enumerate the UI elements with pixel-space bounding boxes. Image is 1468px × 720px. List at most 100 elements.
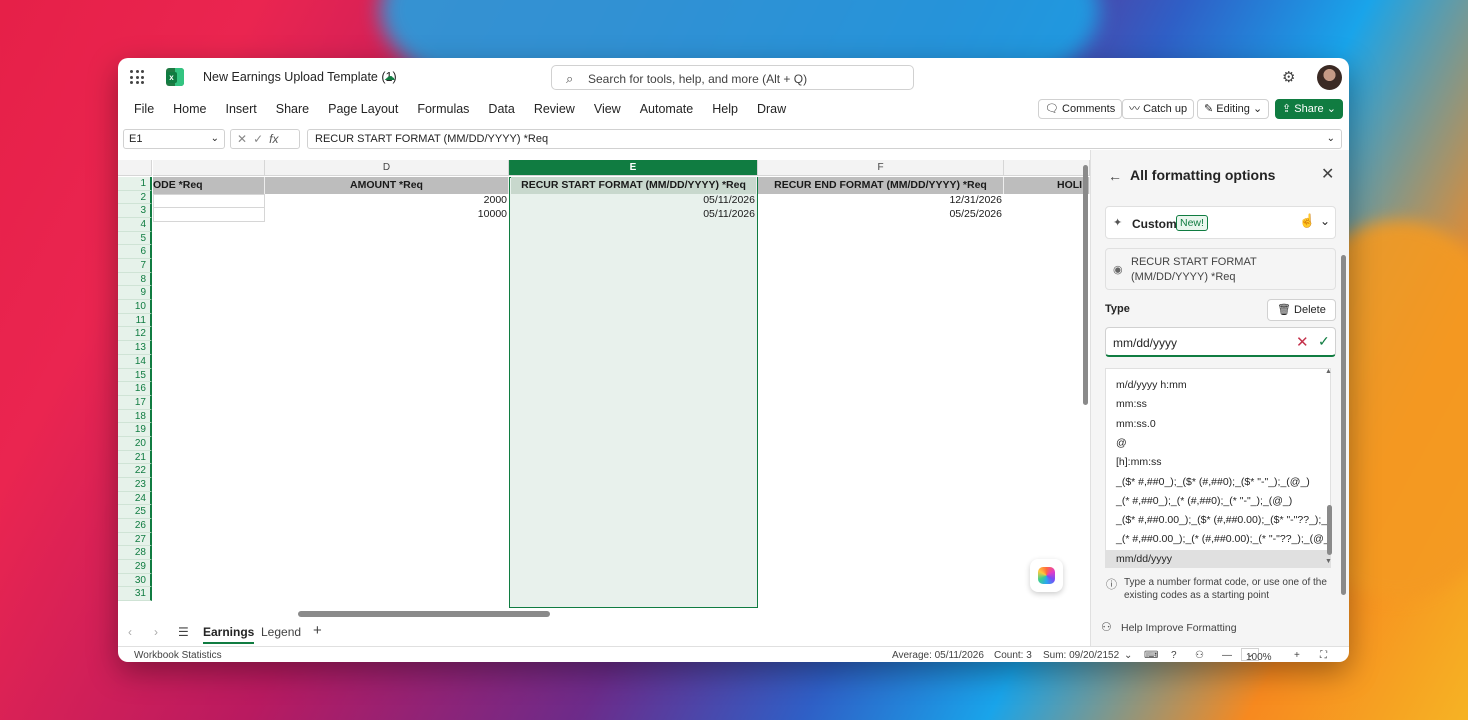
format-code-item[interactable]: mm:ss.0 bbox=[1106, 415, 1330, 434]
row-header[interactable]: 20 bbox=[118, 436, 152, 451]
format-code-item[interactable]: _(* #,##0_);_(* (#,##0);_(* "-"_);_(@_) bbox=[1106, 492, 1330, 511]
tab-data[interactable]: Data bbox=[488, 102, 514, 116]
cancel-icon[interactable]: ✕ bbox=[237, 132, 253, 146]
all-sheets-menu-icon[interactable]: ☰ bbox=[178, 625, 189, 639]
comments-button[interactable]: 🗨 Comments bbox=[1038, 99, 1123, 119]
row-header[interactable]: 24 bbox=[118, 491, 152, 506]
column-header-c[interactable] bbox=[153, 160, 265, 176]
format-list-scrollbar[interactable]: ▲ ▼ bbox=[1324, 368, 1334, 568]
tab-insert[interactable]: Insert bbox=[226, 102, 257, 116]
zoom-in-icon[interactable]: + bbox=[1294, 650, 1300, 661]
row-header[interactable]: 2 bbox=[118, 190, 152, 205]
tab-share[interactable]: Share bbox=[276, 102, 309, 116]
sheet-tab-earnings[interactable]: Earnings bbox=[203, 625, 255, 644]
row-header[interactable]: 11 bbox=[118, 313, 152, 328]
prev-sheet-icon[interactable]: ‹ bbox=[128, 625, 132, 639]
format-code-item[interactable]: _($* #,##0_);_($* (#,##0);_($* "-"_);_(@… bbox=[1106, 473, 1330, 492]
select-all-corner[interactable] bbox=[118, 160, 152, 176]
spreadsheet-grid[interactable]: D E F ODE *Req AMOUNT *Req RECUR START F… bbox=[118, 160, 1090, 608]
vertical-scrollbar[interactable] bbox=[1080, 150, 1090, 606]
row-header[interactable]: 28 bbox=[118, 546, 152, 561]
workbook-statistics[interactable]: Workbook Statistics bbox=[134, 650, 222, 661]
row-header[interactable]: 1 bbox=[118, 177, 152, 191]
row-header[interactable]: 14 bbox=[118, 354, 152, 369]
expand-formula-icon[interactable]: ⌄ bbox=[1327, 130, 1335, 148]
saved-cloud-icon[interactable]: ☁ bbox=[384, 70, 398, 83]
row-header[interactable]: 4 bbox=[118, 218, 152, 232]
cell-c3[interactable] bbox=[153, 208, 265, 222]
format-code-list[interactable]: m/d/yyyy h:mm mm:ss mm:ss.0 @ [h]:mm:ss _($* … bbox=[1105, 368, 1331, 568]
row-header[interactable]: 3 bbox=[118, 204, 152, 219]
row-header[interactable]: 10 bbox=[118, 300, 152, 314]
horizontal-scrollbar[interactable] bbox=[118, 608, 1090, 620]
app-launcher-icon[interactable] bbox=[130, 70, 144, 84]
panel-scroll-thumb[interactable] bbox=[1341, 255, 1346, 595]
tab-home[interactable]: Home bbox=[173, 102, 206, 116]
row-header[interactable]: 23 bbox=[118, 477, 152, 492]
help-improve-formatting-link[interactable]: Help Improve Formatting bbox=[1121, 622, 1237, 634]
user-avatar[interactable] bbox=[1317, 65, 1342, 90]
scroll-down-icon[interactable]: ▼ bbox=[1325, 558, 1332, 565]
copilot-button[interactable] bbox=[1030, 559, 1063, 592]
horizontal-scroll-thumb[interactable] bbox=[298, 611, 550, 617]
row-header[interactable]: 17 bbox=[118, 395, 152, 410]
editing-mode-button[interactable]: ✎ Editing ⌄ bbox=[1197, 99, 1270, 119]
back-arrow-icon[interactable]: ← bbox=[1108, 168, 1122, 184]
accessibility-icon[interactable]: ⌨ bbox=[1144, 650, 1158, 661]
delete-button[interactable]: 🗑 Delete bbox=[1267, 299, 1336, 321]
row-header[interactable]: 27 bbox=[118, 532, 152, 547]
vertical-scroll-thumb[interactable] bbox=[1083, 165, 1088, 405]
zoom-out-icon[interactable]: — bbox=[1222, 650, 1232, 661]
tab-file[interactable]: File bbox=[134, 102, 154, 116]
row-header[interactable]: 25 bbox=[118, 505, 152, 519]
format-code-item[interactable]: @ bbox=[1106, 434, 1330, 453]
tab-help[interactable]: Help bbox=[712, 102, 738, 116]
header-cell-c[interactable]: ODE *Req bbox=[153, 177, 265, 194]
next-sheet-icon[interactable]: › bbox=[154, 625, 158, 639]
format-type-input[interactable]: mm/dd/yyyy ✕ ✓ bbox=[1105, 327, 1336, 357]
document-title[interactable]: New Earnings Upload Template (1) bbox=[203, 70, 397, 84]
cell-e2[interactable]: 05/11/2026 bbox=[511, 194, 757, 208]
format-code-partial[interactable] bbox=[1106, 369, 1330, 376]
name-box[interactable]: E1 ⌄ bbox=[123, 129, 225, 149]
sheet-tab-legend[interactable]: Legend bbox=[261, 625, 301, 639]
add-sheet-icon[interactable]: + bbox=[313, 622, 322, 639]
row-header[interactable]: 15 bbox=[118, 368, 152, 383]
header-cell-g[interactable]: HOLI bbox=[1004, 177, 1090, 194]
row-header[interactable]: 8 bbox=[118, 272, 152, 287]
cell-f2[interactable]: 12/31/2026 bbox=[758, 194, 1004, 208]
tab-formulas[interactable]: Formulas bbox=[417, 102, 469, 116]
row-header[interactable]: 13 bbox=[118, 341, 152, 355]
cell-d3[interactable]: 10000 bbox=[265, 208, 509, 222]
tab-automate[interactable]: Automate bbox=[640, 102, 694, 116]
row-header[interactable]: 30 bbox=[118, 573, 152, 588]
row-header[interactable]: 29 bbox=[118, 560, 152, 574]
tab-page-layout[interactable]: Page Layout bbox=[328, 102, 398, 116]
format-code-item[interactable]: m/d/yyyy h:mm bbox=[1106, 376, 1330, 395]
row-header[interactable]: 21 bbox=[118, 450, 152, 465]
row-header[interactable]: 19 bbox=[118, 423, 152, 437]
insert-function-icon[interactable]: fx bbox=[269, 132, 278, 146]
row-header[interactable]: 5 bbox=[118, 231, 152, 246]
row-header[interactable]: 16 bbox=[118, 382, 152, 396]
settings-gear-icon[interactable]: ⚙ bbox=[1282, 68, 1295, 86]
format-code-item[interactable]: mm/dd/yyyy bbox=[1106, 549, 1330, 567]
row-header[interactable]: 18 bbox=[118, 409, 152, 424]
close-icon[interactable]: ✕ bbox=[1321, 164, 1334, 184]
formula-input[interactable]: RECUR START FORMAT (MM/DD/YYYY) *Req ⌄ bbox=[307, 129, 1342, 149]
zoom-level[interactable]: 100% ⌄ bbox=[1241, 648, 1272, 662]
clear-icon[interactable]: ✕ bbox=[1296, 333, 1309, 351]
header-cell-f[interactable]: RECUR END FORMAT (MM/DD/YYYY) *Req bbox=[758, 177, 1004, 194]
tab-view[interactable]: View bbox=[594, 102, 621, 116]
catch-up-button[interactable]: 〰 Catch up bbox=[1122, 99, 1195, 119]
header-cell-e[interactable]: RECUR START FORMAT (MM/DD/YYYY) *Req bbox=[511, 177, 757, 194]
format-code-item[interactable]: mm:ss bbox=[1106, 395, 1330, 414]
format-code-item[interactable]: _(* #,##0.00_);_(* (#,##0.00);_(* "-"??_… bbox=[1106, 530, 1330, 549]
column-header-f[interactable]: F bbox=[758, 160, 1004, 176]
chevron-down-icon[interactable]: ⌄ bbox=[1124, 650, 1132, 661]
confirm-icon[interactable]: ✓ bbox=[253, 132, 269, 146]
format-code-item[interactable]: _($* #,##0.00_);_($* (#,##0.00);_($* "-"… bbox=[1106, 511, 1330, 530]
tab-draw[interactable]: Draw bbox=[757, 102, 786, 116]
help-icon[interactable]: ? bbox=[1171, 650, 1177, 661]
column-header-g[interactable] bbox=[1004, 160, 1090, 176]
